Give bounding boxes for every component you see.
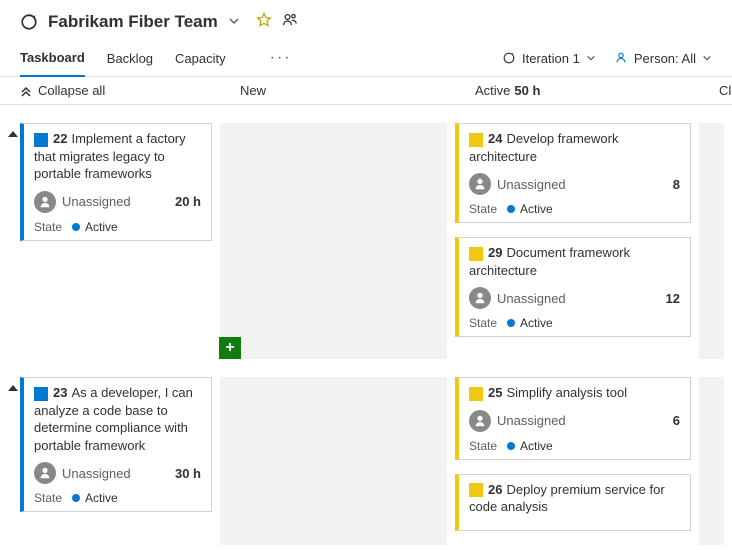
chevron-down-icon[interactable] bbox=[228, 15, 240, 30]
card-id: 23 bbox=[53, 385, 67, 400]
person-filter-label: Person: All bbox=[634, 51, 696, 66]
state-value: Active bbox=[85, 220, 118, 234]
card-id: 25 bbox=[488, 385, 502, 400]
effort-label: 30 h bbox=[175, 466, 201, 481]
state-field-label: State bbox=[469, 202, 497, 216]
task-icon bbox=[469, 133, 483, 147]
iteration-icon bbox=[502, 51, 516, 65]
column-header-new: New bbox=[240, 83, 475, 98]
effort-label: 8 bbox=[673, 177, 680, 192]
team-icon bbox=[20, 13, 38, 31]
avatar-unassigned-icon bbox=[469, 287, 491, 309]
state-field-label: State bbox=[469, 439, 497, 453]
chevron-down-icon bbox=[586, 53, 596, 63]
avatar-unassigned-icon bbox=[469, 173, 491, 195]
add-card-button[interactable]: + bbox=[219, 337, 241, 359]
user-story-icon bbox=[34, 387, 48, 401]
column-header-closed: Closed bbox=[719, 83, 732, 98]
effort-label: 6 bbox=[673, 413, 680, 428]
state-field-label: State bbox=[34, 491, 62, 505]
task-icon bbox=[469, 387, 483, 401]
assignee-label[interactable]: Unassigned bbox=[497, 177, 566, 192]
tab-capacity[interactable]: Capacity bbox=[175, 41, 226, 76]
avatar-unassigned-icon bbox=[34, 462, 56, 484]
person-filter[interactable]: Person: All bbox=[614, 51, 712, 66]
card-id: 24 bbox=[488, 131, 502, 146]
collapse-all-button[interactable]: Collapse all bbox=[20, 83, 240, 98]
state-value: Active bbox=[520, 439, 553, 453]
state-dot-icon bbox=[507, 319, 515, 327]
iteration-picker[interactable]: Iteration 1 bbox=[502, 51, 596, 66]
task-card[interactable]: 24Develop framework architecture Unassig… bbox=[455, 123, 691, 223]
card-id: 29 bbox=[488, 245, 502, 260]
new-column-dropzone[interactable] bbox=[220, 377, 447, 545]
story-card[interactable]: 23As a developer, I can analyze a code b… bbox=[20, 377, 212, 512]
state-value: Active bbox=[520, 202, 553, 216]
closed-column-dropzone[interactable] bbox=[699, 377, 724, 545]
assignee-label[interactable]: Unassigned bbox=[62, 466, 131, 481]
column-header-active: Active50 h bbox=[475, 83, 719, 98]
team-members-icon[interactable] bbox=[282, 12, 298, 32]
user-story-icon bbox=[34, 133, 48, 147]
tab-backlog[interactable]: Backlog bbox=[107, 41, 153, 76]
card-id: 26 bbox=[488, 482, 502, 497]
story-card[interactable]: 22Implement a factory that migrates lega… bbox=[20, 123, 212, 241]
task-card[interactable]: 26Deploy premium service for code analys… bbox=[455, 474, 691, 531]
state-value: Active bbox=[85, 491, 118, 505]
assignee-label[interactable]: Unassigned bbox=[497, 291, 566, 306]
closed-column-dropzone[interactable] bbox=[699, 123, 724, 359]
favorite-star-icon[interactable] bbox=[256, 12, 272, 32]
state-field-label: State bbox=[34, 220, 62, 234]
column-active-sum: 50 h bbox=[514, 83, 540, 98]
card-title-text: Simplify analysis tool bbox=[506, 385, 627, 400]
collapse-all-label: Collapse all bbox=[38, 83, 105, 98]
avatar-unassigned-icon bbox=[34, 191, 56, 213]
more-actions-icon[interactable]: ··· bbox=[270, 49, 292, 67]
new-column-dropzone[interactable]: + bbox=[220, 123, 447, 359]
state-dot-icon bbox=[507, 442, 515, 450]
state-dot-icon bbox=[507, 205, 515, 213]
task-card[interactable]: 25 Simplify analysis tool Unassigned 6 St… bbox=[455, 377, 691, 460]
row-toggle-icon[interactable] bbox=[8, 385, 18, 391]
avatar-unassigned-icon bbox=[469, 410, 491, 432]
chevron-down-icon bbox=[702, 53, 712, 63]
team-name[interactable]: Fabrikam Fiber Team bbox=[48, 12, 218, 32]
assignee-label[interactable]: Unassigned bbox=[497, 413, 566, 428]
state-dot-icon bbox=[72, 223, 80, 231]
task-icon bbox=[469, 247, 483, 261]
iteration-label: Iteration 1 bbox=[522, 51, 580, 66]
person-icon bbox=[614, 51, 628, 65]
state-field-label: State bbox=[469, 316, 497, 330]
collapse-icon bbox=[20, 85, 32, 97]
tab-taskboard[interactable]: Taskboard bbox=[20, 40, 85, 77]
card-id: 22 bbox=[53, 131, 67, 146]
assignee-label[interactable]: Unassigned bbox=[62, 194, 131, 209]
task-card[interactable]: 29Document framework architecture Unassi… bbox=[455, 237, 691, 337]
row-toggle-icon[interactable] bbox=[8, 131, 18, 137]
effort-label: 20 h bbox=[175, 194, 201, 209]
effort-label: 12 bbox=[666, 291, 680, 306]
state-value: Active bbox=[520, 316, 553, 330]
state-dot-icon bbox=[72, 494, 80, 502]
task-icon bbox=[469, 483, 483, 497]
